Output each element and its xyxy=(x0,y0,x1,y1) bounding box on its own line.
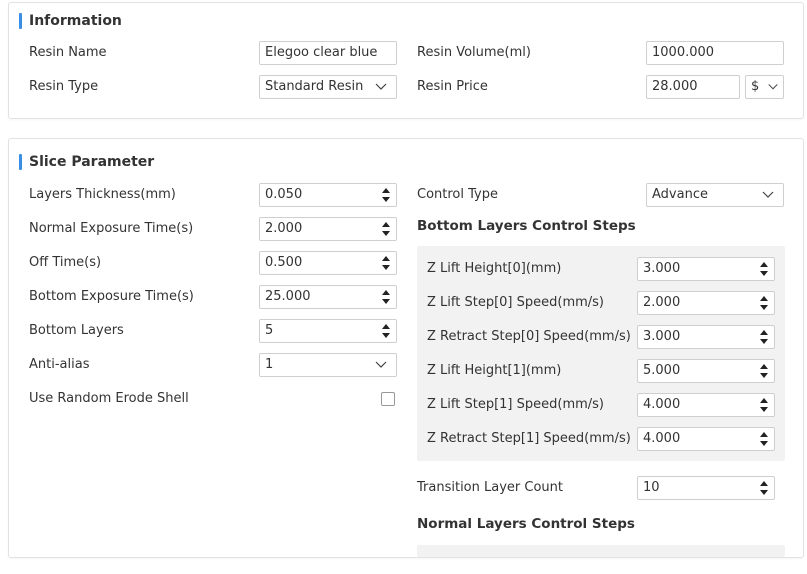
currency-value: $ xyxy=(751,79,760,94)
step-spinbox[interactable]: 4.000 xyxy=(637,427,775,451)
section-accent-bar xyxy=(19,13,22,29)
chevron-down-icon xyxy=(768,84,778,90)
step-label: Z Retract Step[0] Speed(mm/s) xyxy=(427,329,631,344)
off-time-spinbox[interactable]: 0.500 xyxy=(259,251,397,275)
information-title: Information xyxy=(19,13,122,29)
spin-arrows-icon[interactable] xyxy=(760,397,768,413)
step-label: Z Lift Step[0] Speed(mm/s) xyxy=(427,295,604,310)
slice-parameter-title: Slice Parameter xyxy=(19,154,154,170)
section-accent-bar xyxy=(19,154,22,170)
spin-arrows-icon[interactable] xyxy=(760,363,768,379)
bottom-layers-spinbox[interactable]: 5 xyxy=(259,319,397,343)
random-erode-checkbox[interactable] xyxy=(381,392,395,406)
spin-arrows-icon[interactable] xyxy=(760,329,768,345)
anti-alias-select[interactable]: 1 xyxy=(259,353,397,377)
resin-price-label: Resin Price xyxy=(417,79,488,94)
step-value: 2.000 xyxy=(643,295,681,310)
slice-parameter-title-text: Slice Parameter xyxy=(29,154,155,170)
step-value: 4.000 xyxy=(643,431,681,446)
resin-name-value: Elegoo clear blue xyxy=(265,45,378,60)
step-spinbox[interactable]: 3.000 xyxy=(637,257,775,281)
resin-type-select[interactable]: Standard Resin xyxy=(259,75,397,99)
control-type-select[interactable]: Advance xyxy=(646,183,784,207)
random-erode-label: Use Random Erode Shell xyxy=(29,391,189,406)
resin-name-label: Resin Name xyxy=(29,45,107,60)
step-spinbox[interactable]: 2.000 xyxy=(637,291,775,315)
transition-layer-label: Transition Layer Count xyxy=(417,480,563,495)
normal-steps-panel xyxy=(417,545,785,557)
bottom-exposure-label: Bottom Exposure Time(s) xyxy=(29,289,194,304)
step-label: Z Retract Step[1] Speed(mm/s) xyxy=(427,431,631,446)
step-label: Z Lift Step[1] Speed(mm/s) xyxy=(427,397,604,412)
step-label: Z Lift Height[1](mm) xyxy=(427,363,562,378)
anti-alias-label: Anti-alias xyxy=(29,357,90,372)
information-title-text: Information xyxy=(29,13,122,29)
spin-arrows-icon[interactable] xyxy=(760,480,768,496)
control-type-label: Control Type xyxy=(417,187,498,202)
resin-volume-label: Resin Volume(ml) xyxy=(417,45,531,60)
bottom-layers-value: 5 xyxy=(265,323,274,338)
off-time-label: Off Time(s) xyxy=(29,255,102,270)
resin-volume-field[interactable]: 1000.000 xyxy=(646,41,784,65)
resin-type-value: Standard Resin xyxy=(265,79,364,94)
step-value: 3.000 xyxy=(643,261,681,276)
chevron-down-icon xyxy=(762,191,774,198)
chevron-down-icon xyxy=(375,361,387,368)
spin-arrows-icon[interactable] xyxy=(382,323,390,339)
bottom-steps-title: Bottom Layers Control Steps xyxy=(417,218,636,234)
layers-thickness-spinbox[interactable]: 0.050 xyxy=(259,183,397,207)
step-spinbox[interactable]: 4.000 xyxy=(637,393,775,417)
spin-arrows-icon[interactable] xyxy=(382,255,390,271)
currency-select[interactable]: $ xyxy=(745,75,784,99)
transition-layer-spinbox[interactable]: 10 xyxy=(637,476,775,500)
spin-arrows-icon[interactable] xyxy=(382,187,390,203)
bottom-exposure-value: 25.000 xyxy=(265,289,311,304)
step-spinbox[interactable]: 5.000 xyxy=(637,359,775,383)
resin-volume-value: 1000.000 xyxy=(652,45,715,60)
resin-type-label: Resin Type xyxy=(29,79,99,94)
step-spinbox[interactable]: 3.000 xyxy=(637,325,775,349)
bottom-layers-label: Bottom Layers xyxy=(29,323,124,338)
spin-arrows-icon[interactable] xyxy=(382,221,390,237)
resin-price-value: 28.000 xyxy=(652,79,698,94)
off-time-value: 0.500 xyxy=(265,255,303,270)
step-value: 4.000 xyxy=(643,397,681,412)
step-label: Z Lift Height[0](mm) xyxy=(427,261,562,276)
layers-thickness-value: 0.050 xyxy=(265,187,303,202)
spin-arrows-icon[interactable] xyxy=(760,295,768,311)
spin-arrows-icon[interactable] xyxy=(760,431,768,447)
step-value: 3.000 xyxy=(643,329,681,344)
normal-steps-title: Normal Layers Control Steps xyxy=(417,516,635,532)
bottom-exposure-spinbox[interactable]: 25.000 xyxy=(259,285,397,309)
transition-layer-value: 10 xyxy=(643,480,660,495)
normal-exposure-label: Normal Exposure Time(s) xyxy=(29,221,194,236)
step-value: 5.000 xyxy=(643,363,681,378)
resin-name-field[interactable]: Elegoo clear blue xyxy=(259,41,397,65)
resin-price-field[interactable]: 28.000 xyxy=(646,75,740,99)
chevron-down-icon xyxy=(375,83,387,90)
spin-arrows-icon[interactable] xyxy=(382,289,390,305)
spin-arrows-icon[interactable] xyxy=(760,261,768,277)
control-type-value: Advance xyxy=(652,187,708,202)
layers-thickness-label: Layers Thickness(mm) xyxy=(29,187,176,202)
normal-exposure-value: 2.000 xyxy=(265,221,303,236)
anti-alias-value: 1 xyxy=(265,357,274,372)
normal-exposure-spinbox[interactable]: 2.000 xyxy=(259,217,397,241)
